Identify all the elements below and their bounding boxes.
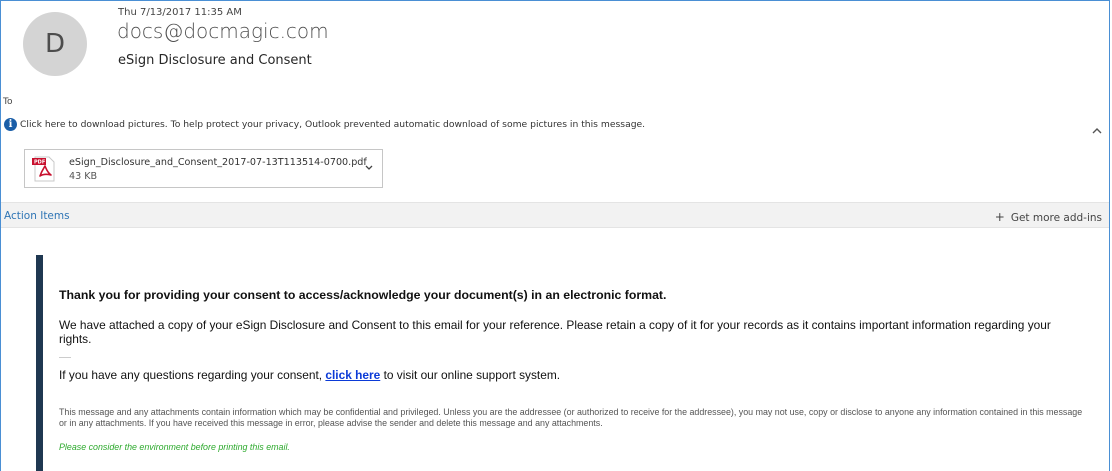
chevron-down-icon[interactable] <box>364 162 374 172</box>
get-more-addins-label: Get more add-ins <box>1010 212 1102 224</box>
confidentiality-disclaimer: This message and any attachments contain… <box>59 407 1083 428</box>
action-items-link[interactable]: Action Items <box>4 210 70 222</box>
environment-notice: Please consider the environment before p… <box>59 442 290 452</box>
divider <box>59 357 71 358</box>
get-more-addins-button[interactable]: + Get more add-ins <box>995 210 1102 224</box>
attachment-size: 43 KB <box>69 171 98 182</box>
action-bar: Action Items + Get more add-ins <box>1 202 1109 228</box>
attachment-filename: eSign_Disclosure_and_Consent_2017-07-13T… <box>69 157 367 168</box>
support-text-before: If you have any questions regarding your… <box>59 368 326 382</box>
click-here-link[interactable]: click here <box>325 368 380 382</box>
download-pictures-bar[interactable]: i Click here to download pictures. To he… <box>1 114 1109 136</box>
svg-text:PDF: PDF <box>34 160 45 166</box>
support-paragraph: If you have any questions regarding your… <box>59 368 560 382</box>
attachment-card[interactable]: PDF eSign_Disclosure_and_Consent_2017-07… <box>24 149 383 188</box>
plus-icon: + <box>994 210 1005 224</box>
sender-address[interactable]: docs@docmagic.com <box>117 19 329 43</box>
message-body: Thank you for providing your consent to … <box>36 255 1096 471</box>
pdf-icon: PDF <box>32 156 55 182</box>
support-text-after: to visit our online support system. <box>380 368 561 382</box>
download-pictures-text[interactable]: Click here to download pictures. To help… <box>20 119 645 130</box>
to-label: To <box>3 97 13 107</box>
email-subject: eSign Disclosure and Consent <box>118 53 312 68</box>
message-heading: Thank you for providing your consent to … <box>59 288 667 302</box>
chevron-up-icon[interactable] <box>1091 126 1103 136</box>
email-reading-pane: D Thu 7/13/2017 11:35 AM docs@docmagic.c… <box>0 0 1110 471</box>
info-icon: i <box>4 118 17 131</box>
sender-avatar[interactable]: D <box>23 12 87 76</box>
message-paragraph: We have attached a copy of your eSign Di… <box>59 318 1051 346</box>
sent-date: Thu 7/13/2017 11:35 AM <box>118 7 242 18</box>
accent-bar <box>36 255 43 471</box>
